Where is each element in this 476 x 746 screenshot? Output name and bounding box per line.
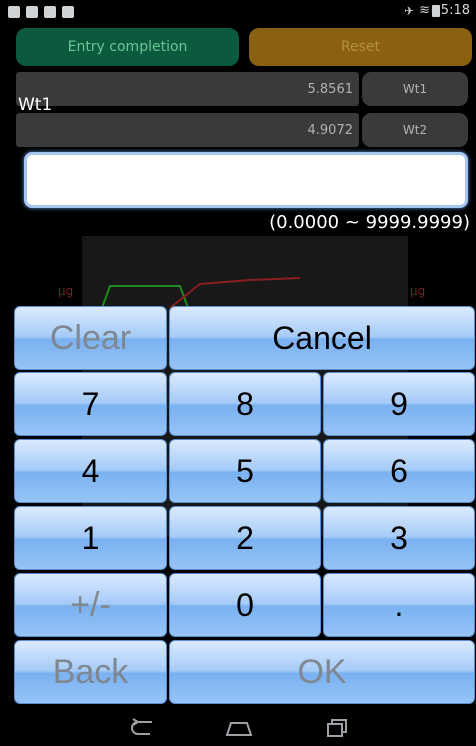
key-7[interactable]: 7 bbox=[14, 372, 167, 436]
ok-key[interactable]: OK bbox=[169, 640, 475, 704]
notification-icon bbox=[26, 6, 38, 18]
notification-icon bbox=[62, 6, 74, 18]
battery-icon bbox=[432, 5, 440, 17]
reset-button[interactable]: Reset bbox=[249, 28, 472, 66]
wt2-button[interactable]: Wt2 bbox=[362, 113, 468, 147]
graph-unit-right: μg bbox=[410, 284, 426, 298]
status-bar: ✈ ≋ 5:18 bbox=[0, 0, 476, 24]
graph-line-red bbox=[169, 277, 301, 309]
key-3[interactable]: 3 bbox=[323, 506, 475, 570]
signal-icon: ✈ bbox=[403, 4, 414, 18]
back-key[interactable]: Back bbox=[14, 640, 167, 704]
recents-nav-icon[interactable] bbox=[326, 718, 350, 738]
notification-icon bbox=[8, 6, 20, 18]
wifi-icon: ≋ bbox=[419, 3, 430, 18]
wt1-button[interactable]: Wt1 bbox=[362, 72, 468, 106]
cancel-key[interactable]: Cancel bbox=[169, 306, 475, 370]
key-2[interactable]: 2 bbox=[169, 506, 321, 570]
notification-icon bbox=[44, 6, 56, 18]
key-4[interactable]: 4 bbox=[14, 439, 167, 503]
range-hint: (0.0000 ~ 9999.9999) bbox=[269, 212, 470, 233]
navigation-bar bbox=[0, 710, 476, 746]
wt-label: Wt1 bbox=[18, 95, 53, 115]
key-1[interactable]: 1 bbox=[14, 506, 167, 570]
plus-minus-key[interactable]: +/- bbox=[14, 573, 167, 637]
graph-lines bbox=[101, 277, 301, 309]
key-5[interactable]: 5 bbox=[169, 439, 321, 503]
key-8[interactable]: 8 bbox=[169, 372, 321, 436]
graph-unit-left: μg bbox=[58, 284, 74, 298]
back-nav-icon[interactable] bbox=[128, 718, 156, 738]
clock: 5:18 bbox=[440, 3, 470, 18]
decimal-key[interactable]: . bbox=[323, 573, 475, 637]
key-6[interactable]: 6 bbox=[323, 439, 475, 503]
key-9[interactable]: 9 bbox=[323, 372, 475, 436]
clear-key[interactable]: Clear bbox=[14, 306, 167, 370]
entry-completion-button[interactable]: Entry completion bbox=[16, 28, 239, 66]
home-nav-icon[interactable] bbox=[224, 718, 254, 738]
key-0[interactable]: 0 bbox=[169, 573, 321, 637]
value-input[interactable] bbox=[24, 152, 468, 208]
wt2-value-field: 4.9072 bbox=[16, 113, 359, 147]
wt1-value-field: 5.8561 bbox=[16, 72, 359, 106]
